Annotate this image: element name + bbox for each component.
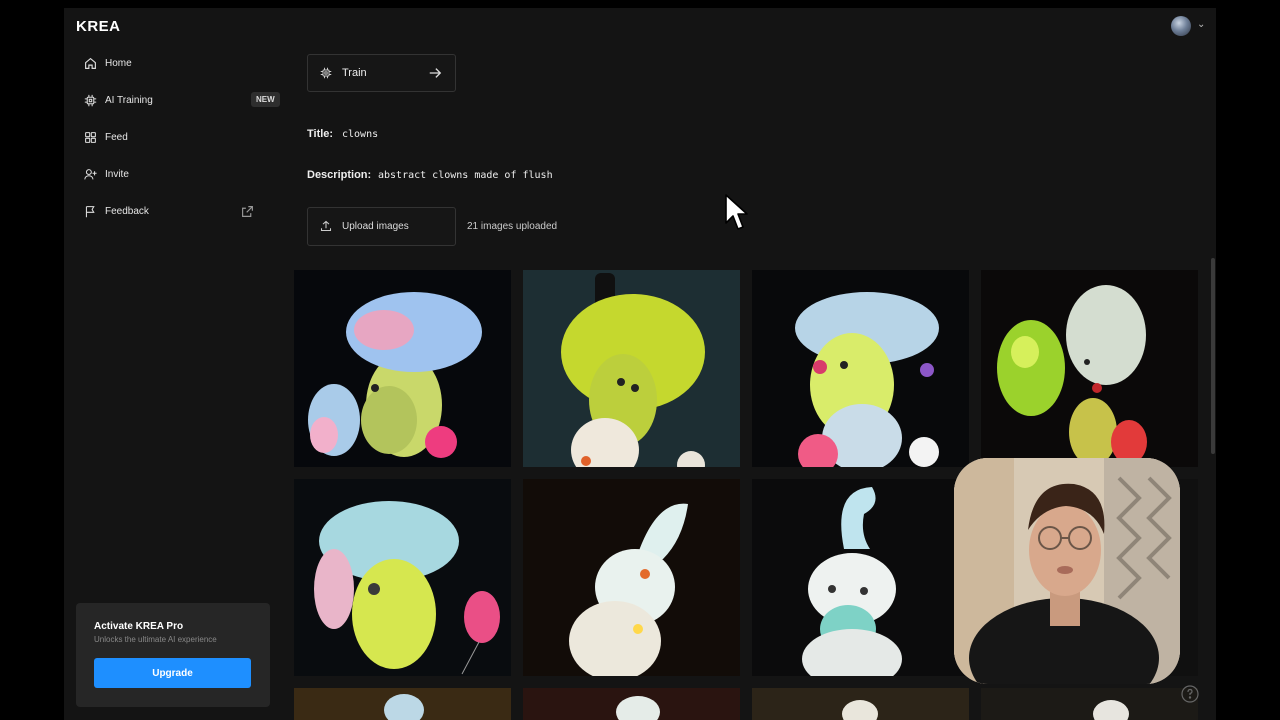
title-label: Title:: [307, 128, 334, 140]
sidebar-item-label: AI Training: [105, 94, 153, 106]
sidebar-item-label: Home: [105, 57, 132, 69]
train-button[interactable]: Train: [307, 54, 456, 92]
train-button-label: Train: [342, 67, 367, 79]
clown-image-6[interactable]: [523, 479, 740, 676]
clown-image-4[interactable]: [981, 270, 1198, 467]
user-plus-icon: [84, 168, 97, 179]
clown-image-1[interactable]: [294, 270, 511, 467]
help-icon[interactable]: [1180, 684, 1200, 704]
sidebar-item-feed[interactable]: Feed: [84, 125, 264, 149]
sidebar-item-label: Feed: [105, 131, 128, 143]
home-icon: [85, 57, 96, 69]
clown-image-11[interactable]: [752, 688, 969, 720]
app-window: KREA ⌄ Home AI Training NEW Feed Invite …: [64, 8, 1216, 720]
description-value[interactable]: abstract clowns made of flush: [378, 170, 553, 181]
description-label: Description:: [307, 169, 372, 181]
sidebar-item-invite[interactable]: Invite: [84, 162, 264, 186]
title-value[interactable]: clowns: [342, 129, 378, 140]
new-badge: NEW: [251, 92, 280, 107]
external-link-icon[interactable]: [241, 205, 254, 218]
sidebar-item-ai-training[interactable]: AI Training NEW: [84, 88, 280, 112]
clown-image-9[interactable]: [294, 688, 511, 720]
flag-icon: [85, 205, 95, 217]
sidebar-item-label: Feedback: [105, 205, 149, 217]
sidebar-item-home[interactable]: Home: [84, 51, 264, 75]
upgrade-button[interactable]: Upgrade: [94, 658, 251, 688]
chevron-down-icon[interactable]: ⌄: [1197, 19, 1205, 30]
user-avatar[interactable]: [1171, 16, 1191, 36]
grid-icon: [85, 131, 96, 143]
clown-image-7[interactable]: [752, 479, 969, 676]
clown-image-2[interactable]: [523, 270, 740, 467]
upload-images-button[interactable]: Upload images: [307, 207, 456, 246]
mouse-cursor-icon: [725, 194, 748, 230]
pro-card-title: Activate KREA Pro: [94, 621, 184, 632]
cpu-icon: [84, 94, 97, 106]
clown-image-5[interactable]: [294, 479, 511, 676]
clown-image-12[interactable]: [981, 688, 1198, 720]
clown-image-10[interactable]: [523, 688, 740, 720]
scrollbar[interactable]: [1211, 258, 1215, 454]
clown-image-3[interactable]: [752, 270, 969, 467]
top-bar: KREA ⌄: [64, 8, 1216, 44]
sidebar-item-feedback[interactable]: Feedback: [84, 199, 264, 223]
pro-card-subtitle: Unlocks the ultimate AI experience: [94, 635, 217, 644]
sidebar-item-label: Invite: [105, 168, 129, 180]
arrow-right-icon: [429, 68, 442, 78]
cpu-icon: [320, 67, 332, 79]
pro-upgrade-card: Activate KREA Pro Unlocks the ultimate A…: [76, 603, 270, 707]
upload-button-label: Upload images: [342, 221, 409, 232]
presenter-webcam-overlay: [954, 458, 1180, 684]
upload-status: 21 images uploaded: [467, 221, 558, 232]
upload-icon: [320, 220, 332, 232]
krea-logo[interactable]: KREA: [76, 18, 121, 35]
